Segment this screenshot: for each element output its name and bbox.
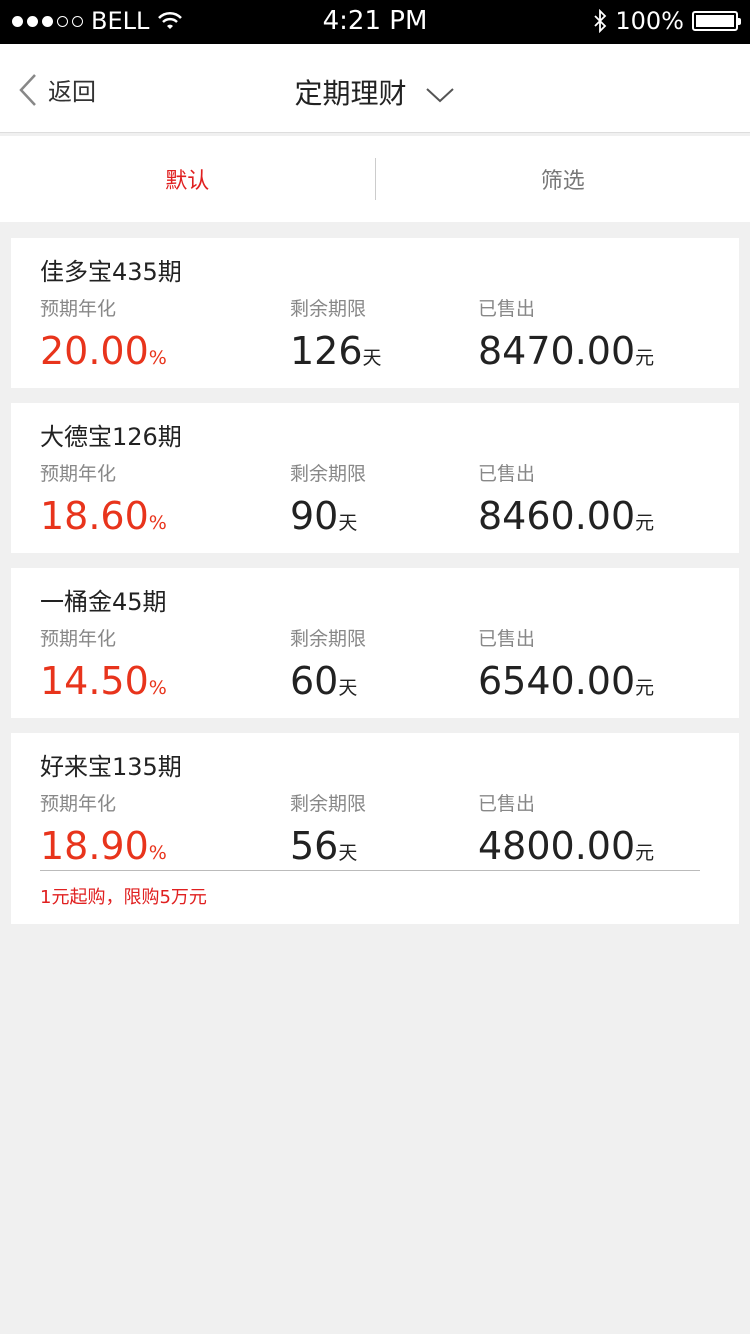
- term-value: 60天: [290, 659, 366, 710]
- product-list: 佳多宝435期 预期年化 20.00% 剩余期限 126天 已售出 8470.0…: [11, 238, 739, 939]
- rate-column: 预期年化 18.90%: [40, 789, 167, 875]
- product-card[interactable]: 好来宝135期 预期年化 18.90% 剩余期限 56天 已售出 4800.00…: [11, 733, 739, 924]
- sold-value: 6540.00元: [478, 659, 654, 710]
- sold-column: 已售出 8470.00元: [478, 294, 654, 380]
- sold-label: 已售出: [478, 793, 536, 815]
- status-bar: BELL 4:21 PM 100%: [0, 0, 750, 44]
- term-column: 剩余期限 60天: [290, 624, 366, 710]
- tab-default[interactable]: 默认: [0, 136, 375, 222]
- term-column: 剩余期限 126天: [290, 294, 382, 380]
- term-label: 剩余期限: [290, 463, 367, 485]
- term-value: 56天: [290, 824, 366, 875]
- sold-label: 已售出: [478, 463, 536, 485]
- navigation-bar: 返回 定期理财: [0, 44, 750, 133]
- product-name: 佳多宝435期: [40, 258, 182, 286]
- status-right: 100%: [593, 7, 741, 35]
- sold-label: 已售出: [478, 298, 536, 320]
- rate-unit: %: [148, 842, 167, 864]
- sold-column: 已售出 6540.00元: [478, 624, 654, 710]
- term-number: 126: [290, 329, 363, 373]
- battery-percent: 100%: [615, 7, 684, 35]
- sold-column: 已售出 4800.00元: [478, 789, 654, 875]
- sold-unit: 元: [635, 512, 655, 534]
- chevron-down-icon: [426, 88, 455, 103]
- rate-value: 14.50%: [40, 659, 167, 710]
- purchase-limit-note: 1元起购，限购5万元: [40, 887, 207, 908]
- sold-number: 8470.00: [478, 329, 636, 373]
- product-name: 大德宝126期: [40, 423, 182, 451]
- sold-unit: 元: [635, 677, 655, 699]
- product-name: 一桶金45期: [40, 588, 167, 616]
- rate-number: 18.90: [40, 824, 149, 868]
- sold-value: 8470.00元: [478, 329, 654, 380]
- sold-number: 4800.00: [478, 824, 636, 868]
- sold-unit: 元: [635, 842, 655, 864]
- term-unit: 天: [338, 512, 358, 534]
- sold-column: 已售出 8460.00元: [478, 459, 654, 545]
- rate-number: 14.50: [40, 659, 149, 703]
- product-card[interactable]: 大德宝126期 预期年化 18.60% 剩余期限 90天 已售出 8460.00…: [11, 403, 739, 553]
- rate-label: 预期年化: [40, 298, 117, 320]
- rate-value: 18.90%: [40, 824, 167, 875]
- term-column: 剩余期限 56天: [290, 789, 366, 875]
- rate-label: 预期年化: [40, 793, 117, 815]
- rate-value: 20.00%: [40, 329, 167, 380]
- page-title-dropdown[interactable]: 定期理财: [0, 72, 750, 112]
- rate-column: 预期年化 20.00%: [40, 294, 167, 380]
- product-card[interactable]: 一桶金45期 预期年化 14.50% 剩余期限 60天 已售出 6540.00元: [11, 568, 739, 718]
- tab-filter[interactable]: 筛选: [376, 136, 750, 222]
- term-value: 126天: [290, 329, 382, 380]
- rate-unit: %: [148, 512, 167, 534]
- term-number: 90: [290, 494, 339, 538]
- sold-unit: 元: [635, 347, 655, 369]
- term-label: 剩余期限: [290, 793, 367, 815]
- page-title: 定期理财: [294, 77, 407, 110]
- rate-label: 预期年化: [40, 628, 117, 650]
- rate-number: 18.60: [40, 494, 149, 538]
- sold-label: 已售出: [478, 628, 536, 650]
- bluetooth-icon: [594, 9, 607, 33]
- rate-column: 预期年化 14.50%: [40, 624, 167, 710]
- rate-number: 20.00: [40, 329, 149, 373]
- term-number: 60: [290, 659, 339, 703]
- sort-filter-tabs: 默认 筛选: [0, 136, 750, 222]
- rate-label: 预期年化: [40, 463, 117, 485]
- sold-number: 8460.00: [478, 494, 636, 538]
- sold-value: 4800.00元: [478, 824, 654, 875]
- battery-icon: [692, 11, 741, 31]
- rate-unit: %: [148, 677, 167, 699]
- product-card[interactable]: 佳多宝435期 预期年化 20.00% 剩余期限 126天 已售出 8470.0…: [11, 238, 739, 388]
- term-unit: 天: [338, 677, 358, 699]
- product-name: 好来宝135期: [40, 753, 182, 781]
- term-value: 90天: [290, 494, 366, 545]
- sold-value: 8460.00元: [478, 494, 654, 545]
- divider: [40, 870, 700, 871]
- rate-unit: %: [148, 347, 167, 369]
- term-unit: 天: [362, 347, 382, 369]
- term-column: 剩余期限 90天: [290, 459, 366, 545]
- term-label: 剩余期限: [290, 298, 367, 320]
- term-label: 剩余期限: [290, 628, 367, 650]
- rate-value: 18.60%: [40, 494, 167, 545]
- rate-column: 预期年化 18.60%: [40, 459, 167, 545]
- term-unit: 天: [338, 842, 358, 864]
- term-number: 56: [290, 824, 339, 868]
- sold-number: 6540.00: [478, 659, 636, 703]
